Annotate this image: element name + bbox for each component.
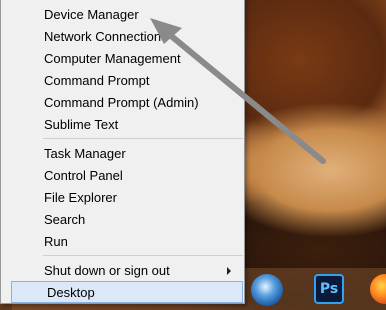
menu-item-label: Search bbox=[44, 212, 86, 227]
menu-item-command-prompt-admin[interactable]: Command Prompt (Admin) bbox=[9, 92, 241, 114]
menu-item-shut-down-or-sign-out[interactable]: Shut down or sign out bbox=[9, 260, 241, 282]
menu-item-desktop[interactable]: Desktop bbox=[11, 281, 243, 303]
menu-item-device-manager[interactable]: Device Manager bbox=[9, 4, 241, 26]
menu-item-label: Task Manager bbox=[44, 146, 126, 161]
menu-item-label: Computer Management bbox=[44, 51, 181, 66]
menu-item-label: Network Connections bbox=[44, 29, 168, 44]
menu-item-control-panel[interactable]: Control Panel bbox=[9, 165, 241, 187]
submenu-chevron-right-icon bbox=[227, 267, 231, 275]
menu-item-network-connections[interactable]: Network Connections bbox=[9, 26, 241, 48]
photoshop-icon-text: Ps bbox=[319, 281, 339, 297]
menu-item-run[interactable]: Run bbox=[9, 231, 241, 253]
menu-item-label: Shut down or sign out bbox=[44, 263, 170, 278]
menu-item-label: Control Panel bbox=[44, 168, 123, 183]
photoshop-icon[interactable]: Ps bbox=[314, 274, 344, 304]
menu-item-label: File Explorer bbox=[44, 190, 117, 205]
thunderbird-icon[interactable] bbox=[251, 274, 283, 306]
menu-separator bbox=[43, 138, 243, 139]
menu-item-search[interactable]: Search bbox=[9, 209, 241, 231]
menu-separator bbox=[43, 255, 243, 256]
menu-item-task-manager[interactable]: Task Manager bbox=[9, 143, 241, 165]
menu-item-command-prompt[interactable]: Command Prompt bbox=[9, 70, 241, 92]
menu-item-file-explorer[interactable]: File Explorer bbox=[9, 187, 241, 209]
menu-item-computer-management[interactable]: Computer Management bbox=[9, 48, 241, 70]
menu-item-label: Command Prompt (Admin) bbox=[44, 95, 199, 110]
menu-item-label: Desktop bbox=[47, 285, 95, 300]
menu-item-label: Run bbox=[44, 234, 68, 249]
menu-item-label: Sublime Text bbox=[44, 117, 119, 132]
winx-context-menu: Device Manager Network Connections Compu… bbox=[0, 0, 245, 304]
menu-item-label: Device Manager bbox=[44, 7, 139, 22]
menu-item-sublime-text[interactable]: Sublime Text bbox=[9, 114, 241, 136]
menu-item-label: Command Prompt bbox=[44, 73, 150, 88]
